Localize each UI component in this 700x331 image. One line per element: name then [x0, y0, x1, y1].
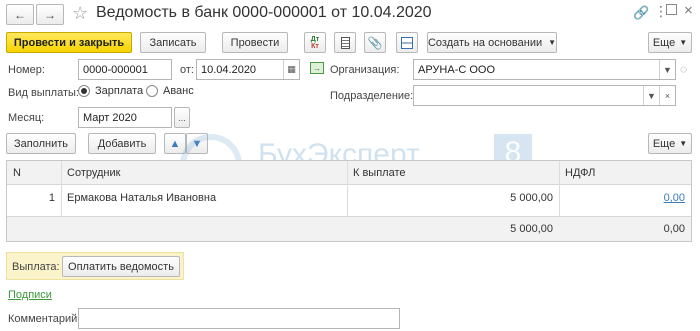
- document-list-icon: [340, 36, 350, 49]
- attach-button[interactable]: 📎: [364, 32, 386, 53]
- table-more-button[interactable]: Еще ▼: [648, 133, 692, 154]
- number-label: Номер:: [8, 64, 45, 76]
- row-number: 1: [48, 192, 55, 204]
- employees-table[interactable]: N Сотрудник К выплате НДФЛ 1 Ермакова На…: [6, 160, 692, 242]
- structure-icon: [401, 36, 413, 49]
- organization-label: Организация:: [330, 64, 400, 76]
- chevron-down-icon: ▼: [679, 38, 688, 47]
- forward-button[interactable]: →: [36, 4, 64, 25]
- footer-to-pay-total: 5 000,00: [510, 223, 553, 235]
- radio-selected-icon: [78, 85, 90, 97]
- division-label: Подразделение:: [330, 90, 414, 102]
- column-header-n[interactable]: N: [7, 161, 61, 185]
- pay-statement-button[interactable]: Оплатить ведомость: [62, 256, 180, 277]
- favorite-star-icon[interactable]: ☆: [72, 3, 88, 24]
- chevron-down-icon[interactable]: ▼: [659, 60, 675, 79]
- month-select-button[interactable]: ...: [174, 107, 190, 128]
- table-row[interactable]: 1 Ермакова Наталья Ивановна 5 000,00 0,0…: [7, 186, 691, 210]
- column-header-ndfl[interactable]: НДФЛ: [559, 161, 691, 185]
- pay-type-advance-radio[interactable]: Аванс: [146, 85, 194, 97]
- arrow-down-icon: ▼: [191, 137, 203, 150]
- footer-ndfl-total: 0,00: [663, 223, 685, 235]
- fill-button[interactable]: Заполнить: [6, 133, 76, 154]
- month-label: Месяц:: [8, 112, 45, 124]
- radio-empty-icon: [146, 85, 158, 97]
- division-field[interactable]: ▼ ×: [413, 85, 676, 106]
- open-icon[interactable]: ◌: [680, 62, 687, 76]
- comment-field[interactable]: [78, 308, 400, 329]
- create-based-on-button[interactable]: Создать на основании ▼: [427, 32, 557, 53]
- row-ndfl-link[interactable]: 0,00: [559, 186, 691, 210]
- column-header-to-pay[interactable]: К выплате: [347, 161, 559, 185]
- paperclip-icon: 📎: [367, 35, 383, 50]
- chevron-down-icon: ▼: [679, 139, 688, 148]
- link-icon[interactable]: 🔗: [633, 5, 649, 21]
- move-up-button[interactable]: ▲: [164, 133, 186, 154]
- arrow-left-icon: ←: [14, 7, 26, 22]
- payment-label: Выплата:: [12, 261, 60, 273]
- dtkt-icon: Дт Кт: [310, 35, 320, 50]
- pay-type-salary-radio[interactable]: Зарплата: [78, 85, 143, 97]
- date-label: от:: [180, 64, 194, 76]
- structure-button[interactable]: [396, 32, 418, 53]
- more-button[interactable]: Еще ▼: [648, 32, 692, 53]
- chevron-down-icon: ▼: [548, 38, 557, 47]
- calendar-icon[interactable]: ▦: [283, 60, 299, 79]
- row-to-pay: 5 000,00: [510, 192, 553, 204]
- date-field[interactable]: 10.04.2020 ▦: [196, 59, 300, 80]
- signatures-link[interactable]: Подписи: [8, 289, 52, 301]
- org-arrow-icon: →: [310, 62, 324, 74]
- arrow-right-icon: →: [44, 7, 56, 22]
- month-field[interactable]: Март 2020: [78, 107, 172, 128]
- pay-type-label: Вид выплаты:: [8, 87, 79, 99]
- post-button[interactable]: Провести: [222, 32, 288, 53]
- comment-label: Комментарий:: [8, 313, 81, 325]
- post-and-close-button[interactable]: Провести и закрыть: [6, 32, 132, 53]
- column-header-employee[interactable]: Сотрудник: [61, 161, 347, 185]
- organization-field[interactable]: АРУНА-С ООО ▼: [413, 59, 676, 80]
- chevron-down-icon[interactable]: ▼: [643, 86, 659, 105]
- add-button[interactable]: Добавить: [88, 133, 156, 154]
- number-field[interactable]: 0000-000001: [78, 59, 172, 80]
- move-down-button[interactable]: ▼: [186, 133, 208, 154]
- clear-icon[interactable]: ×: [659, 86, 675, 105]
- ellipsis-icon: ...: [178, 112, 186, 123]
- page-title: Ведомость в банк 0000-000001 от 10.04.20…: [96, 4, 432, 21]
- back-button[interactable]: ←: [6, 4, 34, 25]
- row-employee: Ермакова Наталья Ивановна: [67, 192, 217, 204]
- dtkt-button[interactable]: Дт Кт: [304, 32, 326, 53]
- arrow-up-icon: ▲: [169, 137, 181, 150]
- maximize-icon[interactable]: [666, 4, 677, 15]
- table-footer: 5 000,00 0,00: [7, 216, 691, 241]
- save-button[interactable]: Записать: [140, 32, 206, 53]
- close-icon[interactable]: ×: [684, 2, 693, 19]
- report-button[interactable]: [334, 32, 356, 53]
